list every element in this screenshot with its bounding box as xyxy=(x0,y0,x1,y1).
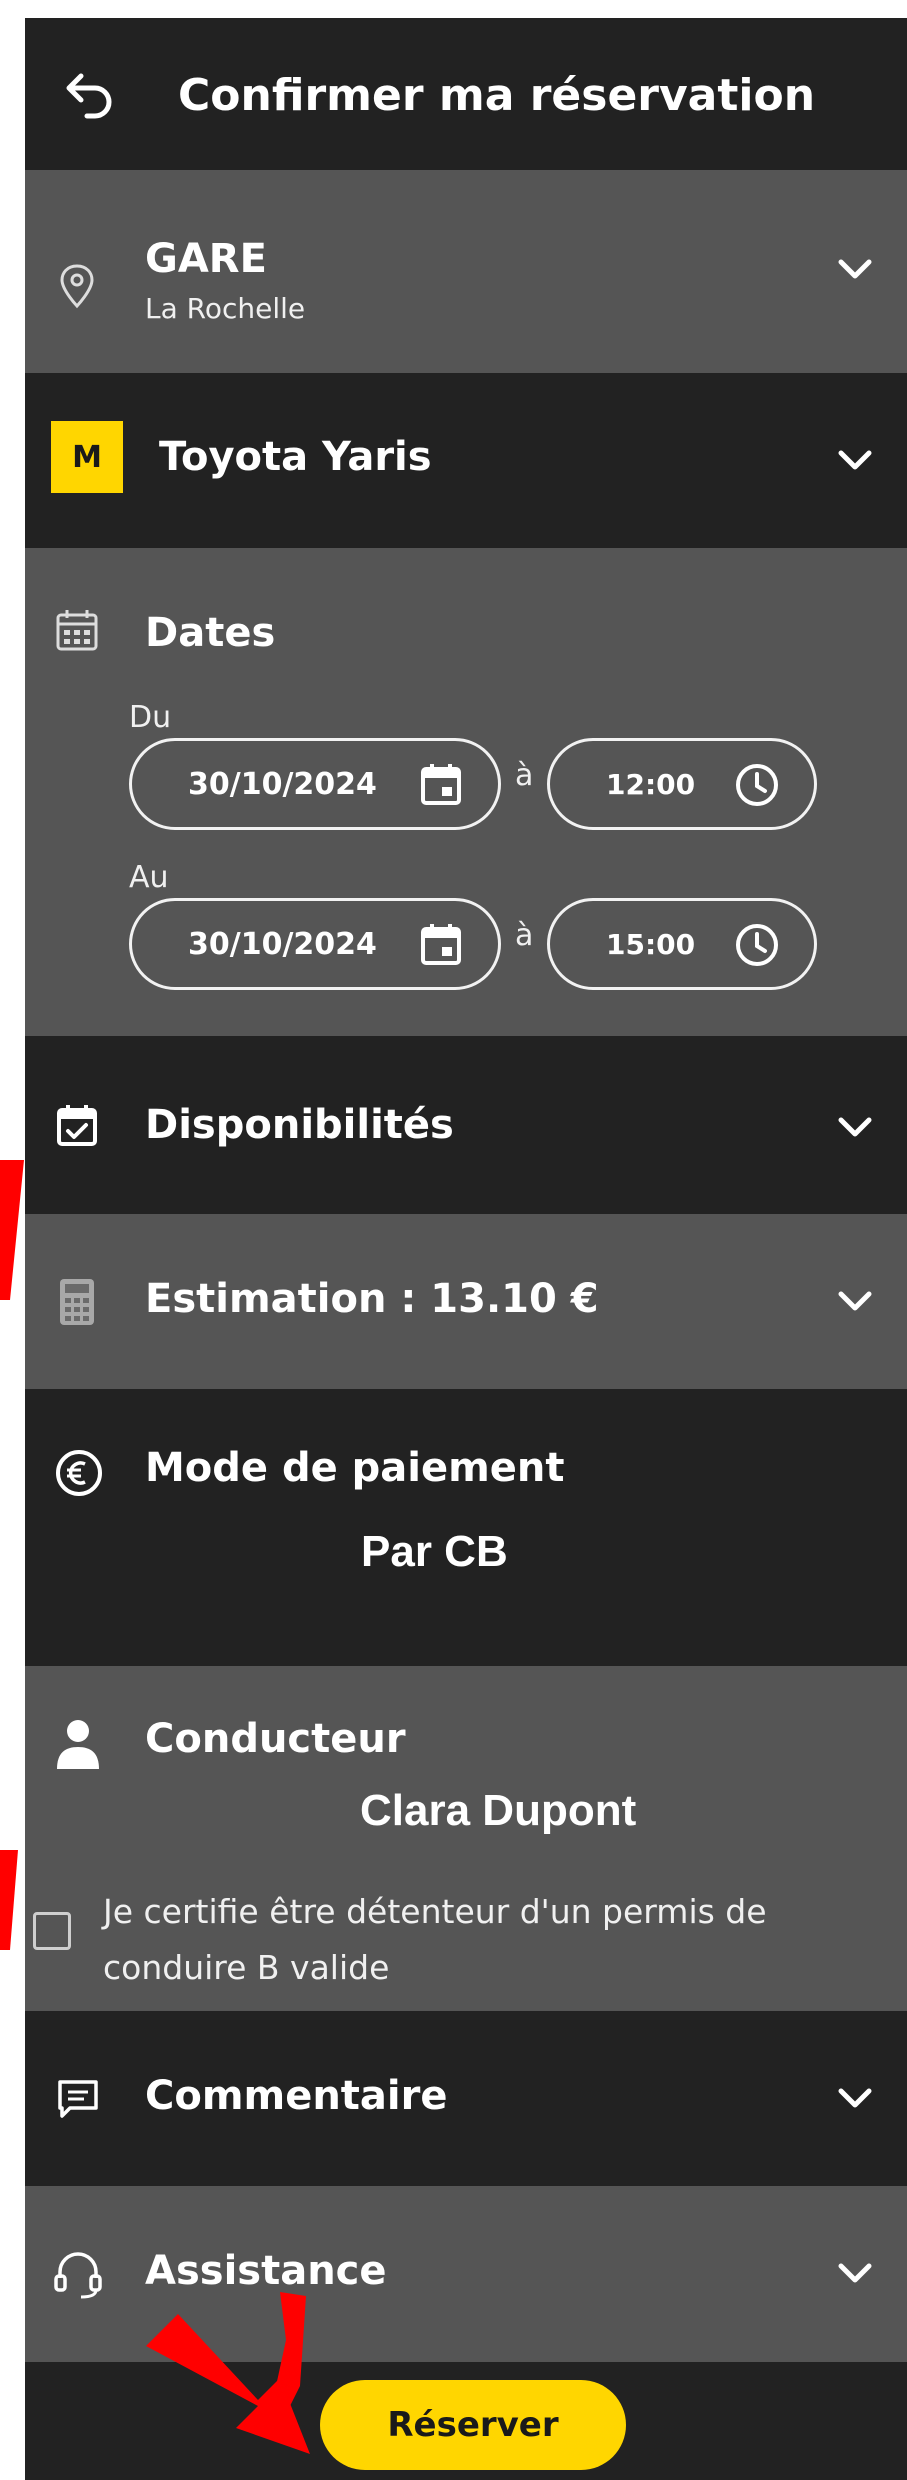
assistance-title: Assistance xyxy=(145,2248,387,2294)
location-pin-icon xyxy=(53,262,101,310)
payment-title: Mode de paiement xyxy=(145,1445,565,1491)
calculator-icon xyxy=(53,1276,101,1328)
from-time-value: 12:00 xyxy=(606,767,696,801)
chevron-down-icon[interactable] xyxy=(833,1280,877,1324)
license-certify-text: Je certifie être détenteur d'un permis d… xyxy=(103,1892,767,1987)
availability-section[interactable]: Disponibilités xyxy=(25,1036,907,1214)
chevron-down-icon[interactable] xyxy=(833,2252,877,2296)
from-date-value: 30/10/2024 xyxy=(188,766,377,802)
header: Confirmer ma réservation xyxy=(25,18,907,170)
comment-icon xyxy=(53,2073,103,2123)
page-title: Confirmer ma réservation xyxy=(178,70,816,121)
chevron-down-icon[interactable] xyxy=(833,248,877,292)
to-date-value: 30/10/2024 xyxy=(188,926,377,962)
chevron-down-icon[interactable] xyxy=(833,1106,877,1150)
calendar-check-icon xyxy=(53,1102,101,1150)
calendar-icon[interactable] xyxy=(418,762,464,808)
driver-name: Clara Dupont xyxy=(360,1786,637,1835)
booking-screen: Confirmer ma réservation GARE La Rochell… xyxy=(25,18,907,2480)
euro-icon xyxy=(53,1447,105,1499)
vehicle-section[interactable]: M Toyota Yaris xyxy=(25,373,907,548)
estimate-title: Estimation : 13.10 € xyxy=(145,1276,599,1322)
license-checkbox[interactable] xyxy=(33,1912,71,1950)
vehicle-category-badge: M xyxy=(51,421,123,493)
driver-section: Conducteur Clara Dupont Je certifie être… xyxy=(25,1666,907,2011)
person-icon xyxy=(53,1716,103,1772)
assistance-section[interactable]: Assistance xyxy=(25,2186,907,2362)
from-date-input[interactable]: 30/10/2024 xyxy=(129,738,501,830)
comment-section[interactable]: Commentaire xyxy=(25,2011,907,2186)
headset-icon xyxy=(51,2248,105,2300)
chevron-down-icon[interactable] xyxy=(833,2077,877,2121)
station-value: La Rochelle xyxy=(145,292,306,325)
station-section[interactable]: GARE La Rochelle xyxy=(25,170,907,373)
to-time-input[interactable]: 15:00 xyxy=(547,898,817,990)
to-date-input[interactable]: 30/10/2024 xyxy=(129,898,501,990)
station-label: GARE xyxy=(145,236,267,282)
dates-section: Dates Du 30/10/2024 à 12:00 Au 30/10/202… xyxy=(25,548,907,1036)
clock-icon[interactable] xyxy=(734,922,780,968)
from-label: Du xyxy=(129,700,172,735)
availability-title: Disponibilités xyxy=(145,1102,454,1148)
to-separator: à xyxy=(515,918,534,953)
clock-icon[interactable] xyxy=(734,762,780,808)
driver-title: Conducteur xyxy=(145,1716,406,1762)
payment-method: Par CB xyxy=(361,1527,508,1576)
reserve-button[interactable]: Réserver xyxy=(320,2380,626,2470)
estimate-section[interactable]: Estimation : 13.10 € xyxy=(25,1214,907,1389)
to-time-value: 15:00 xyxy=(606,927,696,961)
back-arrow-icon[interactable] xyxy=(57,66,117,126)
calendar-icon[interactable] xyxy=(418,922,464,968)
payment-section: Mode de paiement Par CB xyxy=(25,1389,907,1666)
calendar-grid-icon xyxy=(53,606,101,654)
dates-title: Dates xyxy=(145,610,276,656)
comment-title: Commentaire xyxy=(145,2073,448,2119)
vehicle-name: Toyota Yaris xyxy=(159,434,432,480)
to-label: Au xyxy=(129,860,169,895)
chevron-down-icon[interactable] xyxy=(833,439,877,483)
from-time-input[interactable]: 12:00 xyxy=(547,738,817,830)
from-separator: à xyxy=(515,758,534,793)
